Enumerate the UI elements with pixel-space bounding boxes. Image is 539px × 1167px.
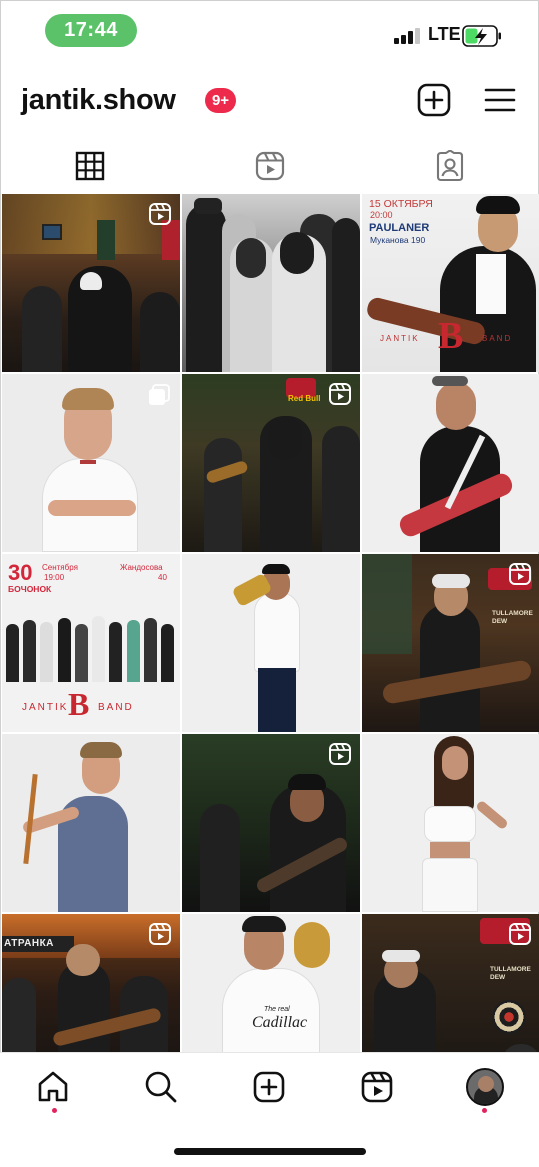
poster-street: Жандосова (120, 563, 163, 572)
nav-search[interactable] (141, 1067, 181, 1107)
tullamore-sign: TULLAMORE DEW (492, 610, 533, 625)
tab-reels[interactable] (180, 140, 359, 192)
nav-reels[interactable] (357, 1067, 397, 1107)
search-icon (145, 1071, 177, 1103)
posts-grid: 15 ОКТЯБРЯ 20:00 PAULANER Муканова 190 J… (2, 194, 539, 1052)
poster-band: JANTIK (22, 702, 69, 713)
poster-time: 19:00 (44, 573, 65, 582)
post-tile[interactable] (362, 734, 539, 912)
reels-icon (149, 203, 171, 225)
avatar-face (478, 1076, 494, 1092)
multiple-photos-icon (149, 384, 170, 405)
poster-date: 15 ОКТЯБРЯ (369, 198, 433, 210)
profile-tabs (0, 140, 539, 192)
poster-band-letter: B (68, 686, 90, 722)
plus-square-icon (417, 83, 451, 117)
status-bar: 17:44 LTE (0, 0, 539, 64)
status-time[interactable]: 17:44 (45, 14, 137, 47)
tagged-person-icon (436, 150, 463, 182)
home-active-dot (52, 1108, 57, 1113)
post-tile[interactable] (182, 194, 360, 372)
post-tile[interactable] (182, 734, 360, 912)
home-indicator (174, 1148, 366, 1155)
reels-icon (361, 1071, 393, 1103)
grid-icon (75, 151, 104, 181)
poster-venue: PAULANER (369, 222, 430, 234)
post-tile[interactable] (2, 194, 180, 372)
profile-avatar[interactable] (466, 1068, 504, 1106)
network-type: LTE (428, 24, 461, 44)
reels-icon (329, 383, 351, 405)
reels-icon (509, 923, 531, 945)
profile-notification-dot (482, 1108, 487, 1113)
patranka-sign: АТРАНКА (4, 938, 54, 949)
post-tile[interactable] (2, 374, 180, 552)
create-icon (253, 1071, 285, 1103)
profile-header: jantik.show 9+ (0, 72, 539, 132)
post-tile[interactable]: Red Bull (182, 374, 360, 552)
post-tile[interactable] (362, 374, 539, 552)
signal-bars-icon (394, 28, 420, 44)
shirt-script-top: The real (264, 1006, 290, 1013)
poster-address: Муканова 190 (370, 235, 426, 245)
tab-tagged[interactable] (360, 140, 539, 192)
poster-band: JANTIK (380, 334, 420, 343)
home-icon (38, 1071, 68, 1102)
nav-create[interactable] (249, 1067, 289, 1107)
nav-home[interactable] (33, 1067, 73, 1107)
shirt-script: Cadillac (252, 1014, 308, 1031)
reels-icon (255, 151, 284, 181)
poster-month: Сентября (42, 563, 78, 572)
post-tile[interactable] (2, 734, 180, 912)
profile-username[interactable]: jantik.show (21, 84, 176, 117)
poster-band-suffix: BAND (98, 702, 134, 713)
reels-icon (149, 923, 171, 945)
poster-band-letter: B (438, 315, 464, 357)
new-post-button[interactable] (416, 82, 452, 118)
poster-band-suffix: BAND (482, 334, 513, 343)
battery-charging-icon (462, 25, 501, 47)
menu-button[interactable] (482, 82, 518, 118)
poster-venue: БОЧОНОК (8, 584, 52, 594)
post-tile[interactable]: TULLAMORE DEW (362, 554, 539, 732)
poster-day: 30 (8, 560, 33, 585)
red-bull-sign: Red Bull (288, 394, 321, 403)
reels-icon (329, 743, 351, 765)
post-tile-poster[interactable]: 30 Сентября 19:00 БОЧОНОК Жандосова 40 J… (2, 554, 180, 732)
post-tile-poster[interactable]: 15 ОКТЯБРЯ 20:00 PAULANER Муканова 190 J… (362, 194, 539, 372)
hamburger-menu-icon (484, 88, 516, 112)
post-tile[interactable]: The real Cadillac (182, 914, 360, 1052)
notification-badge[interactable]: 9+ (205, 88, 236, 113)
poster-street-number: 40 (158, 573, 167, 582)
poster-time: 20:00 (370, 210, 393, 220)
post-tile[interactable]: АТРАНКА (2, 914, 180, 1052)
post-tile[interactable]: TULLAMORE DEW (362, 914, 539, 1052)
tab-posts[interactable] (0, 140, 179, 192)
tullamore-sign: TULLAMORE DEW (490, 966, 531, 981)
post-tile[interactable] (182, 554, 360, 732)
reels-icon (509, 563, 531, 585)
